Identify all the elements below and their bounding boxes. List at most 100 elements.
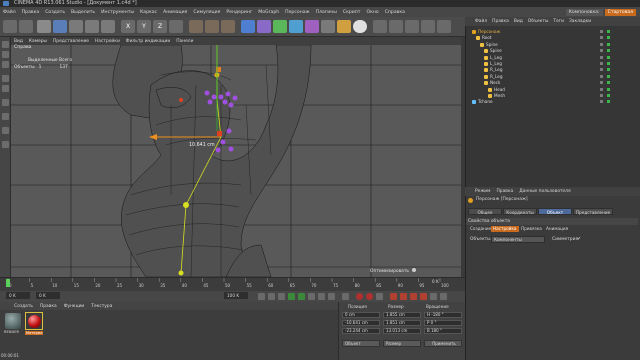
start-frame-field[interactable]: 0 K (36, 292, 60, 299)
material-selected-frame[interactable] (25, 312, 43, 330)
enable-check-icon[interactable] (607, 74, 610, 78)
mat-menu-function[interactable]: Функции (64, 304, 85, 309)
tweak-mode-icon[interactable] (2, 85, 9, 92)
apply-button[interactable]: Применить (424, 340, 462, 347)
foot-joint[interactable] (178, 270, 184, 276)
rot-h-field[interactable]: H -180 ° (424, 312, 462, 318)
axis-mode-icon[interactable] (2, 75, 9, 82)
points-mode-icon[interactable] (2, 41, 9, 48)
scale-key-icon[interactable] (400, 293, 407, 300)
menu-create[interactable]: Создать (45, 10, 65, 15)
end-frame-field[interactable]: 100 K (224, 292, 248, 299)
playhead-icon[interactable] (6, 279, 10, 287)
timeline[interactable]: 0 5 10 15 20 25 30 35 40 45 50 55 60 65 70 75 80 85 90 95 10… (0, 277, 465, 292)
om-menu-edit[interactable]: Правка (492, 19, 509, 24)
position-key-icon[interactable] (390, 293, 397, 300)
enable-check-icon[interactable] (607, 81, 610, 85)
vp-menu-options[interactable]: Настройки (95, 39, 120, 44)
viewport-right[interactable]: 10.641 cm (11, 45, 461, 277)
move-icon[interactable] (53, 20, 67, 33)
menu-tools[interactable]: Инструменты (101, 10, 134, 15)
object-row[interactable]: R_Leg (470, 74, 620, 80)
object-mode-icon[interactable] (389, 20, 403, 33)
visibility-dot-icon[interactable] (600, 87, 603, 91)
tab-object[interactable]: Объект (538, 208, 572, 215)
menu-edit[interactable]: Правка (22, 10, 39, 15)
recent-tool-icon[interactable] (101, 20, 115, 33)
object-row[interactable]: Spine (470, 48, 620, 54)
enable-check-icon[interactable] (607, 62, 610, 65)
timeline-settings-icon[interactable] (440, 293, 447, 300)
coord-mode-select[interactable]: Объект (342, 340, 380, 347)
vp-menu-display[interactable]: Представление (53, 39, 89, 44)
play-backward-icon[interactable] (288, 293, 295, 300)
render-view-icon[interactable] (189, 20, 203, 33)
play-icon[interactable] (298, 293, 305, 300)
current-frame-field[interactable]: 0 K (6, 292, 30, 299)
scale-icon[interactable] (69, 20, 83, 33)
menu-mesh[interactable]: Каркас (140, 10, 157, 15)
visibility-dot-icon[interactable] (600, 81, 603, 85)
visibility-dot-icon[interactable] (600, 62, 603, 65)
object-row[interactable]: Tchane (470, 99, 620, 105)
visibility-dot-icon[interactable] (600, 30, 603, 33)
redo-icon[interactable] (19, 20, 33, 33)
planar-workplane-icon[interactable] (2, 141, 9, 148)
undo-icon[interactable] (3, 20, 17, 33)
object-row[interactable]: Neck (470, 80, 620, 86)
visibility-dot-icon[interactable] (600, 55, 603, 59)
model-mode-icon[interactable] (373, 20, 387, 33)
om-menu-view[interactable]: Вид (514, 19, 523, 24)
locked-workplane-icon[interactable] (2, 127, 9, 134)
nurbs-icon[interactable] (273, 20, 287, 33)
vp-menu-cameras[interactable]: Камеры (29, 39, 47, 44)
vp-menu-view[interactable]: Вид (14, 39, 23, 44)
auto-key-icon[interactable] (366, 293, 373, 300)
visibility-dot-icon[interactable] (600, 94, 603, 97)
enable-check-icon[interactable] (607, 42, 610, 46)
layout-select[interactable]: Стартовая (604, 8, 636, 16)
menu-mograph[interactable]: MoGraph (258, 10, 279, 15)
object-row[interactable]: Mesh (470, 93, 620, 99)
sculpt-icon[interactable] (2, 113, 9, 120)
om-menu-bookmarks[interactable]: Закладки (569, 19, 591, 24)
enable-check-icon[interactable] (607, 30, 610, 33)
y-axis-icon[interactable]: Y (137, 20, 151, 33)
menu-file[interactable]: Файл (3, 10, 16, 15)
rotate-icon[interactable] (85, 20, 99, 33)
hip-joint[interactable] (183, 202, 189, 208)
next-key-icon[interactable] (318, 293, 325, 300)
om-menu-objects[interactable]: Объекты (528, 19, 549, 24)
mat-menu-create[interactable]: Создать (14, 304, 33, 309)
enable-check-icon[interactable] (607, 68, 610, 72)
tab-basic[interactable]: Общее (468, 208, 502, 215)
menu-animate[interactable]: Анимация (163, 10, 187, 15)
edges-mode-icon[interactable] (2, 51, 9, 58)
record-icon[interactable] (356, 293, 363, 300)
param-key-icon[interactable] (420, 293, 427, 300)
cube-icon[interactable] (241, 20, 255, 33)
visibility-dot-icon[interactable] (600, 36, 603, 40)
array-icon[interactable] (289, 20, 303, 33)
next-frame-icon[interactable] (308, 293, 315, 300)
om-menu-tags[interactable]: Теги (553, 19, 564, 24)
enable-check-icon[interactable] (607, 100, 610, 104)
size-z-field[interactable]: 13.013 cm (383, 328, 421, 334)
mat-menu-texture[interactable]: Текстура (91, 304, 112, 309)
visibility-dot-icon[interactable] (600, 100, 603, 104)
camera-icon[interactable] (337, 20, 351, 33)
prev-key-icon[interactable] (268, 293, 275, 300)
texture-mode-icon[interactable] (405, 20, 419, 33)
symmetry-checkbox[interactable]: ✓ (577, 236, 581, 242)
coordinate-system-icon[interactable] (169, 20, 183, 33)
menu-character[interactable]: Персонаж (285, 10, 310, 15)
z-axis-icon[interactable]: Z (153, 20, 167, 33)
object-row[interactable]: Head (470, 87, 620, 93)
object-row[interactable]: Spine (470, 42, 620, 48)
enable-check-icon[interactable] (607, 94, 610, 97)
menu-simulate[interactable]: Симуляция (193, 10, 220, 15)
rot-p-field[interactable]: P 0 ° (424, 320, 462, 326)
tab-coordinates[interactable]: Координаты (503, 208, 537, 215)
soft-selection-icon[interactable] (2, 99, 9, 106)
vp-menu-panel[interactable]: Панели (176, 39, 193, 44)
